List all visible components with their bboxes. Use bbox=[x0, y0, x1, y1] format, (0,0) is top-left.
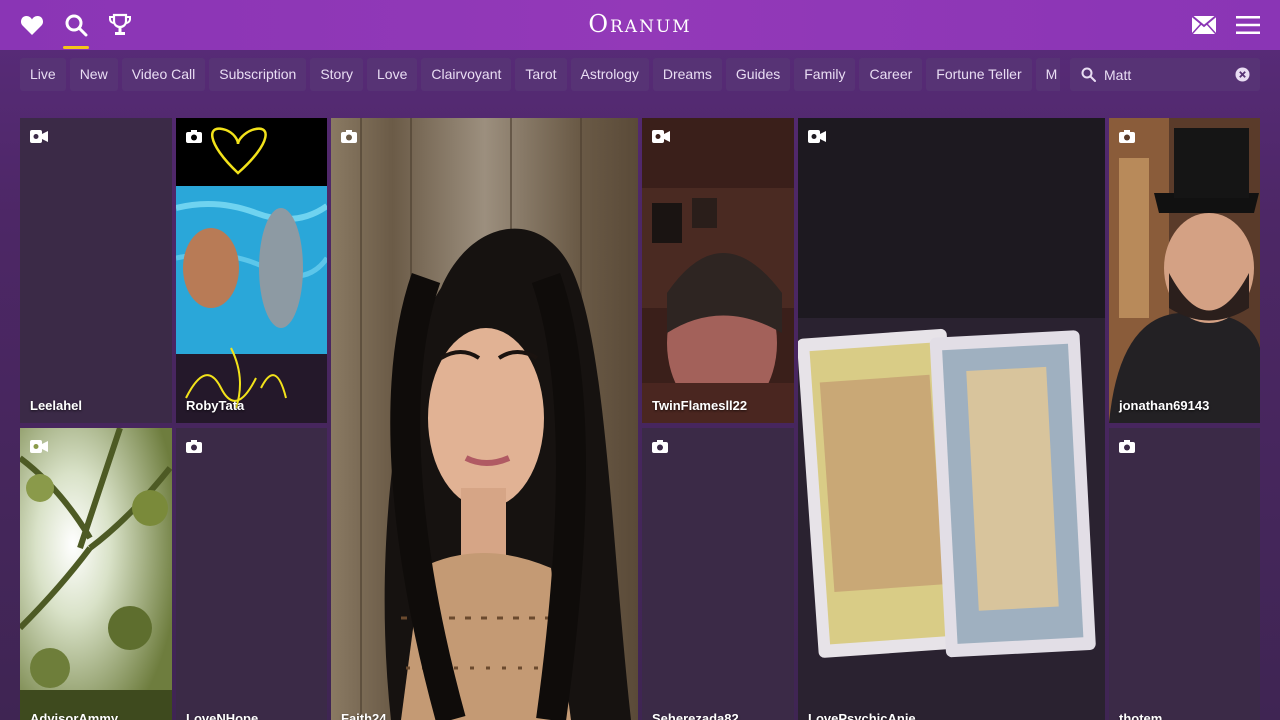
performer-name: LovePsychicAnie bbox=[808, 711, 916, 720]
chip-love[interactable]: Love bbox=[367, 58, 418, 91]
video-icon bbox=[808, 130, 826, 148]
performer-card[interactable]: Seherezada82 bbox=[642, 428, 794, 720]
performer-name: thotem bbox=[1119, 711, 1163, 720]
performer-thumbnail bbox=[176, 118, 327, 423]
performer-card[interactable]: TwinFlamesll22 bbox=[642, 118, 794, 423]
performer-thumbnail bbox=[642, 118, 794, 423]
performer-card[interactable]: jonathan69143 bbox=[1109, 118, 1260, 423]
chip-guides[interactable]: Guides bbox=[725, 58, 791, 91]
oranum-logo[interactable]: Oranum bbox=[0, 10, 1280, 38]
performer-card[interactable]: Leelahel bbox=[20, 118, 172, 423]
chip-clairvoyant[interactable]: Clairvoyant bbox=[421, 58, 512, 91]
chip-subscription[interactable]: Subscription bbox=[209, 58, 307, 91]
top-navigation-bar: Oranum bbox=[0, 0, 1280, 50]
performer-thumbnail bbox=[798, 118, 1105, 720]
search-input[interactable] bbox=[1104, 64, 1229, 86]
chip-astrology[interactable]: Astrology bbox=[570, 58, 649, 91]
chip-story[interactable]: Story bbox=[310, 58, 363, 91]
performer-thumbnail bbox=[331, 118, 638, 720]
chip-career[interactable]: Career bbox=[859, 58, 923, 91]
chip-more[interactable]: M bbox=[1035, 58, 1060, 91]
chip-tarot[interactable]: Tarot bbox=[515, 58, 567, 91]
video-icon bbox=[652, 130, 670, 148]
chip-dreams[interactable]: Dreams bbox=[652, 58, 722, 91]
category-filter-bar: Live New Video Call Subscription Story Love Cl… bbox=[20, 58, 1060, 92]
chip-video-call[interactable]: Video Call bbox=[121, 58, 206, 91]
performer-thumbnail bbox=[20, 428, 172, 720]
camera-icon bbox=[186, 130, 202, 148]
search-icon bbox=[1081, 67, 1096, 87]
performer-thumbnail bbox=[1109, 118, 1260, 423]
camera-icon bbox=[186, 440, 202, 458]
performer-name: RobyTata bbox=[186, 398, 245, 413]
chip-new[interactable]: New bbox=[69, 58, 118, 91]
performer-name: LoveNHope bbox=[186, 711, 259, 720]
performer-name: jonathan69143 bbox=[1119, 398, 1210, 413]
performer-name: AdvisorAmmy bbox=[30, 711, 119, 720]
chip-live[interactable]: Live bbox=[20, 58, 66, 91]
menu-icon[interactable] bbox=[1235, 12, 1261, 38]
performer-card[interactable]: RobyTata bbox=[176, 118, 327, 423]
active-tab-indicator bbox=[63, 46, 89, 49]
performer-card[interactable]: Faith24 bbox=[331, 118, 638, 720]
performer-card[interactable]: LoveNHope bbox=[176, 428, 327, 720]
chip-family[interactable]: Family bbox=[794, 58, 856, 91]
camera-icon bbox=[652, 440, 668, 458]
camera-icon bbox=[341, 130, 357, 148]
mail-icon[interactable] bbox=[1191, 12, 1217, 38]
chip-fortune-teller[interactable]: Fortune Teller bbox=[926, 58, 1032, 91]
performer-name: TwinFlamesll22 bbox=[652, 398, 748, 413]
video-icon bbox=[30, 440, 48, 458]
clear-search-icon[interactable] bbox=[1235, 67, 1250, 87]
performer-card[interactable]: AdvisorAmmy bbox=[20, 428, 172, 720]
performer-name: Faith24 bbox=[341, 711, 387, 720]
performer-card[interactable]: thotem bbox=[1109, 428, 1260, 720]
performer-name: Seherezada82 bbox=[652, 711, 739, 720]
camera-icon bbox=[1119, 440, 1135, 458]
performer-name: Leelahel bbox=[30, 398, 83, 413]
search-field[interactable] bbox=[1070, 58, 1260, 91]
performer-card[interactable]: LovePsychicAnie bbox=[798, 118, 1105, 720]
camera-icon bbox=[1119, 130, 1135, 148]
video-icon bbox=[30, 130, 48, 148]
